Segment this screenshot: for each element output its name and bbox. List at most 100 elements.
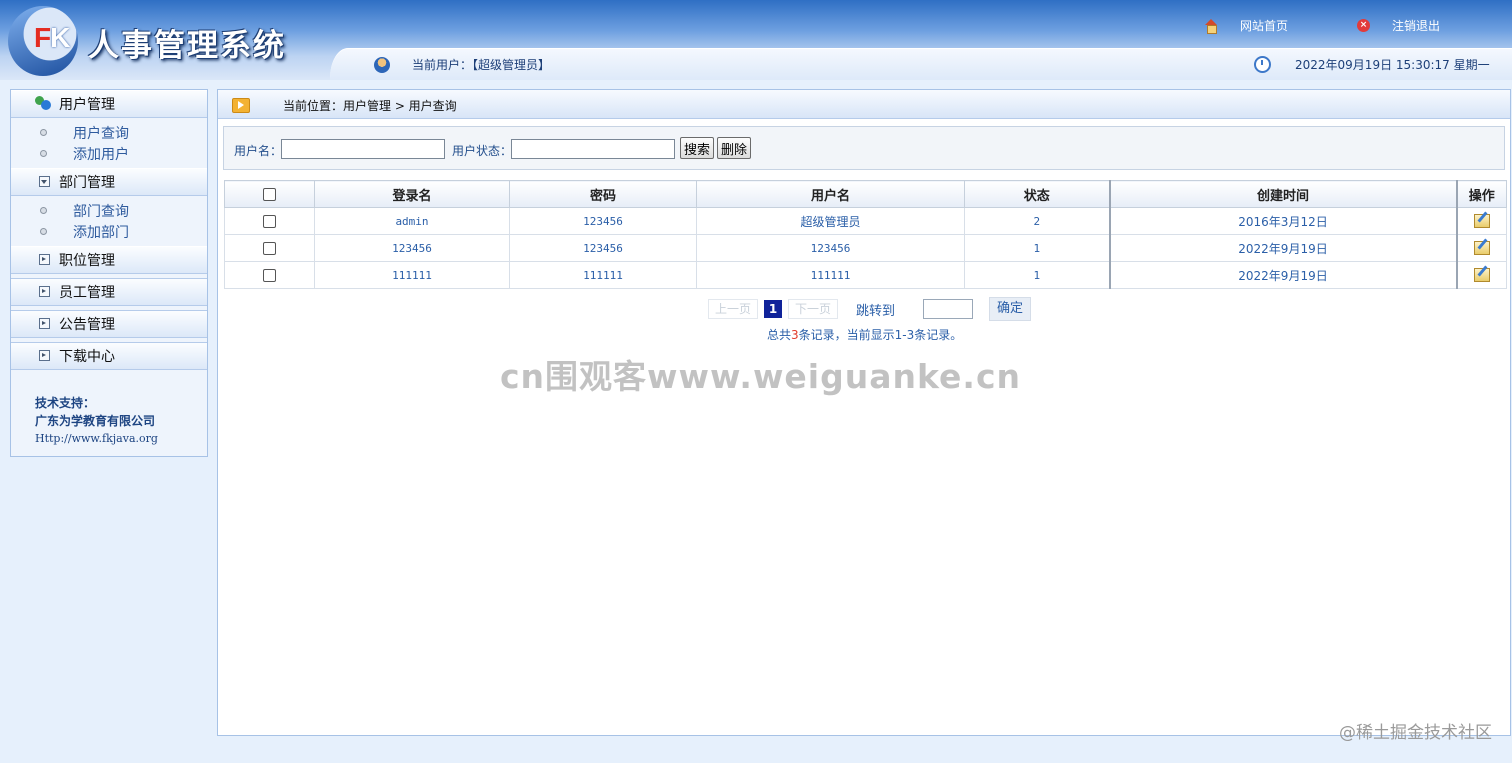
sidebar-item-dept-add[interactable]: 添加部门 — [11, 221, 207, 242]
expand-icon — [39, 286, 50, 297]
status-input[interactable] — [511, 139, 675, 159]
cell-password: 123456 — [509, 207, 697, 235]
logo-mark: FK — [34, 22, 70, 54]
page-number-current[interactable]: 1 — [764, 300, 783, 318]
cell-created: 2022年9月19日 — [1108, 234, 1457, 262]
row-checkbox[interactable] — [263, 269, 276, 282]
sidebar-item-dept-query[interactable]: 部门查询 — [11, 200, 207, 221]
datetime-text: 2022年09月19日 15:30:17 星期一 — [1295, 58, 1490, 72]
edit-icon[interactable] — [1473, 241, 1490, 256]
sidebar-group-label: 职位管理 — [59, 253, 115, 269]
row-select-cell — [224, 234, 315, 262]
cell-password: 123456 — [509, 234, 697, 262]
cell-password: 111111 — [509, 261, 697, 289]
breadcrumb-bar: 当前位置：用户管理 > 用户查询 — [218, 90, 1510, 119]
sidebar-submenu-user: 用户查询 添加用户 — [11, 118, 207, 168]
sidebar-group-notice[interactable]: 公告管理 — [11, 310, 207, 338]
row-action-cell — [1455, 207, 1507, 235]
users-group-icon — [35, 96, 51, 112]
username-label: 用户名： — [234, 144, 283, 158]
cell-username: 超级管理员 — [696, 207, 965, 235]
support-url[interactable]: Http://www.fkjava.org — [35, 430, 158, 448]
summary-total: 3 — [791, 328, 799, 342]
edit-icon[interactable] — [1473, 214, 1490, 229]
search-button[interactable]: 搜索 — [680, 137, 715, 159]
edit-icon[interactable] — [1473, 268, 1490, 283]
home-link[interactable]: 网站首页 — [1204, 17, 1288, 34]
delete-button[interactable]: 删除 — [717, 137, 752, 159]
user-table: 登录名 密码 用户名 状态 创建时间 操作 admin 123456 超级管理员… — [224, 180, 1507, 289]
search-form: 用户名： 用户状态： 搜索 删除 — [223, 126, 1505, 170]
cell-created: 2016年3月12日 — [1108, 207, 1457, 235]
row-action-cell — [1455, 261, 1507, 289]
sidebar-group-position[interactable]: 职位管理 — [11, 246, 207, 274]
sidebar-group-label: 员工管理 — [59, 285, 115, 301]
select-all-checkbox[interactable] — [263, 187, 276, 201]
sidebar-item-label: 部门查询 — [73, 203, 129, 220]
cell-status: 2 — [964, 207, 1110, 235]
sidebar-group-label: 下载中心 — [59, 349, 115, 365]
col-created: 创建时间 — [1108, 180, 1457, 208]
cell-created: 2022年9月19日 — [1108, 261, 1457, 289]
record-summary: 总共3条记录，当前显示1-3条记录。 — [767, 326, 962, 343]
cell-login: admin — [314, 207, 510, 235]
col-password: 密码 — [509, 180, 697, 208]
table-row: 123456 123456 123456 1 2022年9月19日 — [224, 234, 1507, 262]
jump-label: 跳转到 — [856, 303, 896, 319]
expand-icon — [39, 254, 50, 265]
cell-login: 123456 — [314, 234, 510, 262]
breadcrumb: 当前位置：用户管理 > 用户查询 — [283, 99, 457, 113]
sidebar-group-label: 用户管理 — [59, 97, 115, 113]
sidebar-group-label: 部门管理 — [59, 175, 115, 191]
table-row: 111111 111111 111111 1 2022年9月19日 — [224, 261, 1507, 289]
expand-icon — [39, 350, 50, 361]
sidebar-item-user-add[interactable]: 添加用户 — [11, 143, 207, 164]
bullet-icon — [40, 129, 47, 136]
sidebar-group-dept[interactable]: 部门管理 — [11, 168, 207, 196]
sidebar-item-user-query[interactable]: 用户查询 — [11, 122, 207, 143]
jump-page-input[interactable] — [923, 299, 974, 319]
bullet-icon — [40, 150, 47, 157]
cell-username: 123456 — [696, 234, 965, 262]
clock-icon — [1254, 56, 1271, 73]
col-status: 状态 — [964, 180, 1110, 208]
home-link-label: 网站首页 — [1240, 19, 1289, 33]
row-action-cell — [1455, 234, 1507, 262]
current-user-info: 当前用户：【超级管理员】 — [374, 56, 550, 73]
table-row: admin 123456 超级管理员 2 2016年3月12日 — [224, 207, 1507, 235]
watermark: cn围观客www.weiguanke.cn — [500, 357, 1022, 396]
logout-link-label: 注销退出 — [1392, 19, 1441, 33]
current-user-text: 当前用户：【超级管理员】 — [412, 58, 551, 72]
sidebar-submenu-dept: 部门查询 添加部门 — [11, 196, 207, 246]
logo-letter-f: F — [34, 22, 51, 53]
logout-icon: × — [1357, 19, 1370, 32]
row-checkbox[interactable] — [263, 215, 276, 228]
table-header-row: 登录名 密码 用户名 状态 创建时间 操作 — [224, 180, 1507, 208]
sidebar: 用户管理 用户查询 添加用户 部门管理 部门查询 添加部门 职位管理 员工管理 … — [10, 89, 208, 457]
arrow-right-icon — [232, 98, 250, 113]
pagination: 上一页 1 下一页 跳转到 确定 — [708, 297, 1032, 321]
username-input[interactable] — [281, 139, 445, 159]
sidebar-item-label: 添加部门 — [73, 224, 129, 241]
sidebar-item-label: 添加用户 — [73, 146, 129, 163]
corner-watermark: @稀土掘金技术社区 — [1339, 723, 1492, 743]
sidebar-group-download[interactable]: 下载中心 — [11, 342, 207, 370]
sidebar-group-user[interactable]: 用户管理 — [11, 90, 207, 118]
col-username: 用户名 — [696, 180, 965, 208]
bullet-icon — [40, 228, 47, 235]
next-page-button: 下一页 — [788, 299, 839, 319]
jump-confirm-button[interactable]: 确定 — [989, 297, 1032, 321]
user-icon — [374, 56, 390, 73]
row-checkbox[interactable] — [263, 242, 276, 255]
cell-status: 1 — [964, 234, 1110, 262]
sidebar-group-employee[interactable]: 员工管理 — [11, 278, 207, 306]
app-header: FK 人事管理系统 网站首页 × 注销退出 当前用户：【超级管理员】 2022年… — [0, 0, 1512, 80]
cell-username: 111111 — [696, 261, 965, 289]
collapse-icon — [39, 176, 50, 187]
main-panel: 当前位置：用户管理 > 用户查询 用户名： 用户状态： 搜索 删除 登录名 密码… — [217, 89, 1511, 736]
bullet-icon — [40, 207, 47, 214]
prev-page-button: 上一页 — [708, 299, 759, 319]
logout-link[interactable]: × 注销退出 — [1357, 17, 1440, 34]
select-all-cell — [224, 180, 315, 208]
summary-suffix: 条记录，当前显示1-3条记录。 — [798, 328, 963, 342]
